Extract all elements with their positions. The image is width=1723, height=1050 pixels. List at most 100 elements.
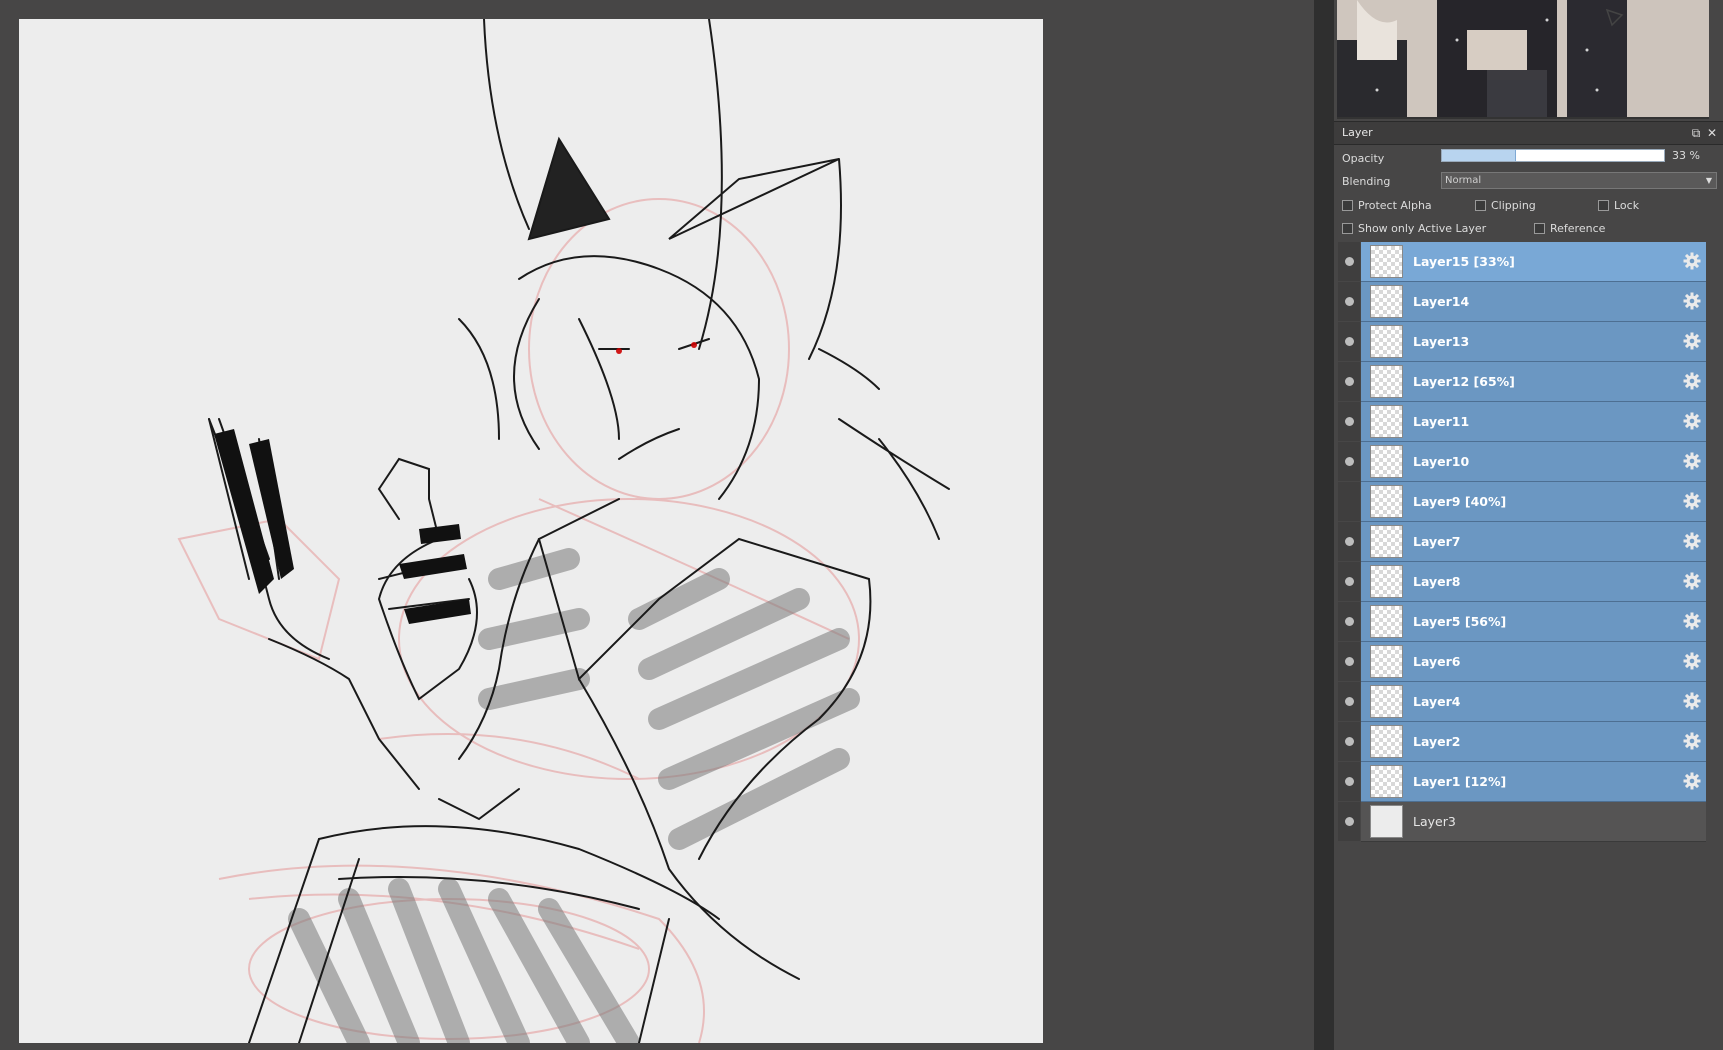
- visibility-toggle[interactable]: [1338, 242, 1360, 281]
- layer-name: Layer5 [56%]: [1413, 614, 1507, 629]
- blending-value: Normal: [1445, 175, 1482, 186]
- lock-checkbox[interactable]: Lock: [1598, 199, 1639, 212]
- layer-row[interactable]: Layer2: [1338, 722, 1706, 762]
- blending-select[interactable]: Normal ▼: [1441, 172, 1717, 189]
- visibility-toggle[interactable]: [1338, 282, 1360, 321]
- visibility-toggle[interactable]: [1338, 562, 1360, 601]
- layer-thumbnail: [1370, 445, 1403, 478]
- navigator-preview[interactable]: [1337, 0, 1709, 119]
- checkbox-box: [1342, 200, 1353, 211]
- layer-item[interactable]: Layer2: [1361, 722, 1706, 762]
- layer-name: Layer1 [12%]: [1413, 774, 1507, 789]
- layer-panel-title: Layer: [1342, 126, 1373, 139]
- layer-row[interactable]: Layer6: [1338, 642, 1706, 682]
- gear-icon[interactable]: [1682, 771, 1702, 791]
- layer-row[interactable]: Layer14: [1338, 282, 1706, 322]
- layer-item[interactable]: Layer5 [56%]: [1361, 602, 1706, 642]
- gear-icon[interactable]: [1682, 531, 1702, 551]
- layer-row[interactable]: Layer10: [1338, 442, 1706, 482]
- layer-thumbnail: [1370, 525, 1403, 558]
- close-icon[interactable]: ✕: [1705, 122, 1719, 144]
- visibility-toggle[interactable]: [1338, 762, 1360, 801]
- layer-thumbnail: [1370, 565, 1403, 598]
- visibility-toggle[interactable]: [1338, 682, 1360, 721]
- layer-item[interactable]: Layer13: [1361, 322, 1706, 362]
- layer-row[interactable]: Layer3: [1338, 802, 1706, 842]
- layer-thumbnail: [1370, 405, 1403, 438]
- visibility-toggle[interactable]: [1338, 522, 1360, 561]
- visibility-toggle[interactable]: [1338, 442, 1360, 481]
- layer-name: Layer14: [1413, 294, 1470, 309]
- gear-icon[interactable]: [1682, 691, 1702, 711]
- protect-alpha-checkbox[interactable]: Protect Alpha: [1342, 199, 1432, 212]
- layer-item[interactable]: Layer6: [1361, 642, 1706, 682]
- visibility-toggle[interactable]: [1338, 802, 1360, 841]
- gear-icon[interactable]: [1682, 491, 1702, 511]
- drawing-canvas[interactable]: [19, 19, 1043, 1043]
- gear-icon[interactable]: [1682, 251, 1702, 271]
- visibility-toggle[interactable]: [1338, 482, 1360, 521]
- layer-name: Layer2: [1413, 734, 1461, 749]
- navigator-image: [1337, 0, 1709, 117]
- checkbox-box: [1534, 223, 1545, 234]
- layer-row[interactable]: Layer4: [1338, 682, 1706, 722]
- eye-dot-icon: [1345, 297, 1354, 306]
- visibility-toggle[interactable]: [1338, 362, 1360, 401]
- layer-item[interactable]: Layer12 [65%]: [1361, 362, 1706, 402]
- layer-name: Layer3: [1413, 814, 1456, 829]
- layer-name: Layer8: [1413, 574, 1461, 589]
- visibility-toggle[interactable]: [1338, 402, 1360, 441]
- gear-icon[interactable]: [1682, 291, 1702, 311]
- eye-dot-icon: [1345, 377, 1354, 386]
- clipping-label: Clipping: [1491, 199, 1536, 212]
- visibility-toggle[interactable]: [1338, 642, 1360, 681]
- layer-item[interactable]: Layer11: [1361, 402, 1706, 442]
- gear-icon[interactable]: [1682, 651, 1702, 671]
- layer-item[interactable]: Layer14: [1361, 282, 1706, 322]
- visibility-toggle[interactable]: [1338, 602, 1360, 641]
- layer-item[interactable]: Layer15 [33%]: [1361, 242, 1706, 282]
- layer-thumbnail: [1370, 485, 1403, 518]
- layer-row[interactable]: Layer15 [33%]: [1338, 242, 1706, 282]
- right-panel: Layer ⧉ ✕ Opacity 33 % Blending Normal ▼…: [1334, 0, 1723, 1050]
- eye-dot-icon: [1345, 537, 1354, 546]
- opacity-slider[interactable]: [1441, 149, 1665, 162]
- gear-icon[interactable]: [1682, 371, 1702, 391]
- visibility-toggle[interactable]: [1338, 722, 1360, 761]
- layer-item[interactable]: Layer8: [1361, 562, 1706, 602]
- eye-dot-icon: [1345, 577, 1354, 586]
- layer-item[interactable]: Layer1 [12%]: [1361, 762, 1706, 802]
- gear-icon[interactable]: [1682, 731, 1702, 751]
- visibility-toggle[interactable]: [1338, 322, 1360, 361]
- gear-icon[interactable]: [1682, 331, 1702, 351]
- layer-item[interactable]: Layer9 [40%]: [1361, 482, 1706, 522]
- clipping-checkbox[interactable]: Clipping: [1475, 199, 1536, 212]
- blending-label: Blending: [1342, 175, 1391, 188]
- layer-item[interactable]: Layer4: [1361, 682, 1706, 722]
- layer-item[interactable]: Layer3: [1361, 802, 1706, 842]
- layer-name: Layer12 [65%]: [1413, 374, 1515, 389]
- gear-icon[interactable]: [1682, 571, 1702, 591]
- layer-item[interactable]: Layer10: [1361, 442, 1706, 482]
- layer-row[interactable]: Layer13: [1338, 322, 1706, 362]
- layer-row[interactable]: Layer1 [12%]: [1338, 762, 1706, 802]
- checkbox-box: [1342, 223, 1353, 234]
- layer-row[interactable]: Layer12 [65%]: [1338, 362, 1706, 402]
- gear-icon[interactable]: [1682, 611, 1702, 631]
- layer-row[interactable]: Layer5 [56%]: [1338, 602, 1706, 642]
- reference-checkbox[interactable]: Reference: [1534, 222, 1605, 235]
- layer-row[interactable]: Layer9 [40%]: [1338, 482, 1706, 522]
- layer-row[interactable]: Layer11: [1338, 402, 1706, 442]
- eye-dot-icon: [1345, 817, 1354, 826]
- gear-icon[interactable]: [1682, 451, 1702, 471]
- eye-dot-icon: [1345, 617, 1354, 626]
- gear-icon[interactable]: [1682, 411, 1702, 431]
- layer-row[interactable]: Layer8: [1338, 562, 1706, 602]
- canvas-workspace[interactable]: [0, 0, 1324, 1050]
- layer-name: Layer10: [1413, 454, 1470, 469]
- show-only-active-layer-checkbox[interactable]: Show only Active Layer: [1342, 222, 1486, 235]
- layer-item[interactable]: Layer7: [1361, 522, 1706, 562]
- float-window-icon[interactable]: ⧉: [1689, 122, 1703, 144]
- layer-thumbnail: [1370, 325, 1403, 358]
- layer-row[interactable]: Layer7: [1338, 522, 1706, 562]
